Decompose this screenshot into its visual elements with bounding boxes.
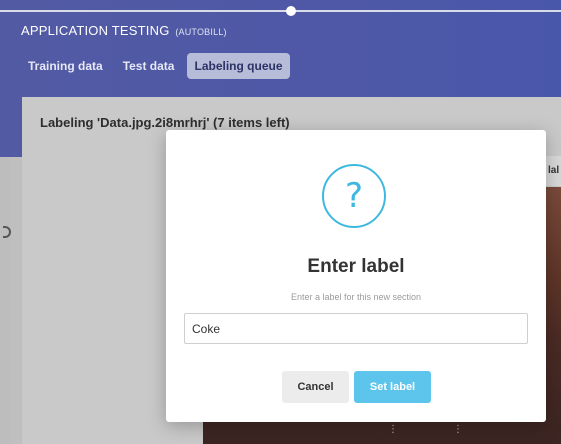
app-title-text: APPLICATION TESTING — [21, 23, 170, 38]
panel-title: Labeling 'Data.jpg.2i8mrhrj' (7 items le… — [40, 115, 290, 130]
tab-training-data[interactable]: Training data — [21, 53, 110, 79]
tab-labeling-queue[interactable]: Labeling queue — [187, 53, 290, 79]
dialog-subtitle: Enter a label for this new section — [290, 292, 422, 302]
drag-handle-icon[interactable]: ⋮ — [388, 424, 398, 435]
app-title: APPLICATION TESTING (AUTOBILL) — [21, 23, 227, 38]
question-icon: ? — [322, 164, 386, 228]
app-title-suffix: (AUTOBILL) — [175, 27, 227, 37]
tab-bar: Training data Test data Labeling queue — [21, 53, 290, 79]
dialog-title: Enter label — [307, 256, 405, 277]
label-input[interactable] — [184, 313, 528, 344]
image-side-label: lal — [548, 165, 560, 176]
left-sidebar-edge — [0, 157, 10, 444]
set-label-button[interactable]: Set label — [354, 371, 431, 403]
enter-label-dialog: ? Enter label Enter a label for this new… — [166, 130, 546, 422]
drag-handle-icon[interactable]: ⋮ — [453, 424, 463, 435]
resize-handle-dot[interactable] — [286, 6, 296, 16]
top-divider — [0, 10, 561, 12]
cancel-button[interactable]: Cancel — [282, 371, 349, 403]
tab-test-data[interactable]: Test data — [116, 53, 182, 79]
